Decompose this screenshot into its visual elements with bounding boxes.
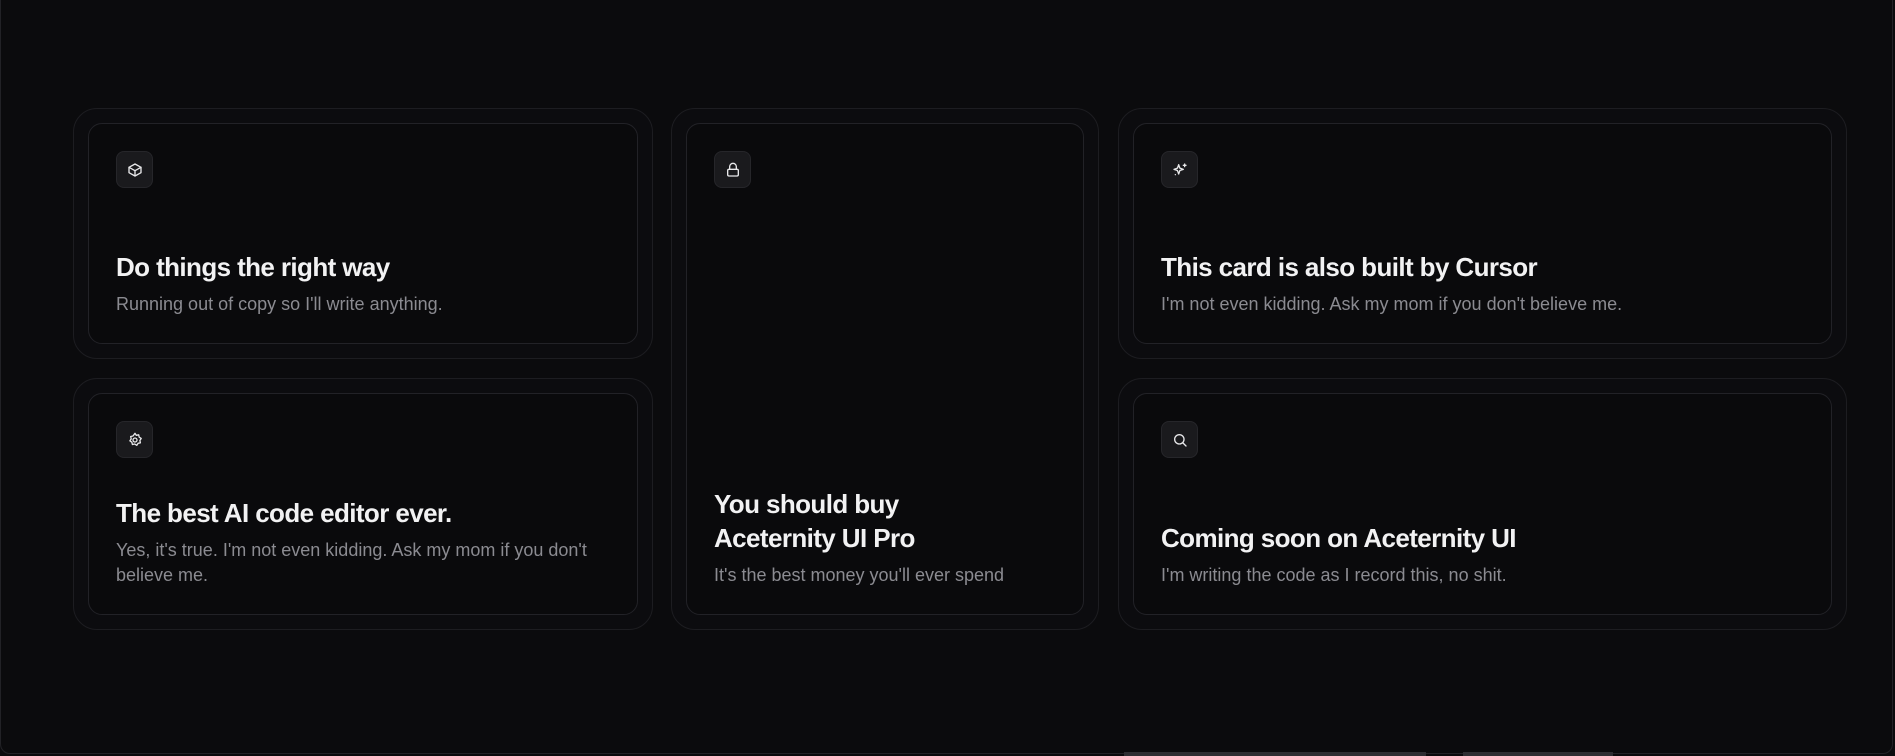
card-title: The best AI code editor ever. [116, 498, 452, 528]
card-best-ai-editor: The best AI code editor ever. Yes, it's … [73, 378, 653, 630]
card-buy-pro: You should buy Aceternity UI Pro It's th… [671, 108, 1099, 630]
card-coming-soon: Coming soon on Aceternity UI I'm writing… [1118, 378, 1847, 630]
scrollbar-segment[interactable] [1463, 752, 1613, 756]
card-description: Yes, it's true. I'm not even kidding. As… [116, 540, 587, 585]
scrollbar-segment[interactable] [1124, 752, 1426, 756]
settings-icon [116, 421, 153, 458]
card-description: I'm not even kidding. Ask my mom if you … [1161, 294, 1623, 314]
card-title: Coming soon on Aceternity UI [1161, 523, 1517, 553]
card-title: This card is also built by Cursor [1161, 252, 1538, 282]
card-title: You should buy Aceternity UI Pro [714, 489, 915, 553]
card-description: Running out of copy so I'll write anythi… [116, 294, 443, 314]
card-description: I'm writing the code as I record this, n… [1161, 565, 1507, 585]
card-description: It's the best money you'll ever spend [714, 565, 1005, 585]
card-title: Do things the right way [116, 252, 390, 282]
search-icon [1161, 421, 1198, 458]
sparkles-icon [1161, 151, 1198, 188]
card-do-things: Do things the right way Running out of c… [73, 108, 653, 359]
card-built-by-cursor: This card is also built by Cursor I'm no… [1118, 108, 1847, 359]
box-icon [116, 151, 153, 188]
lock-icon [714, 151, 751, 188]
